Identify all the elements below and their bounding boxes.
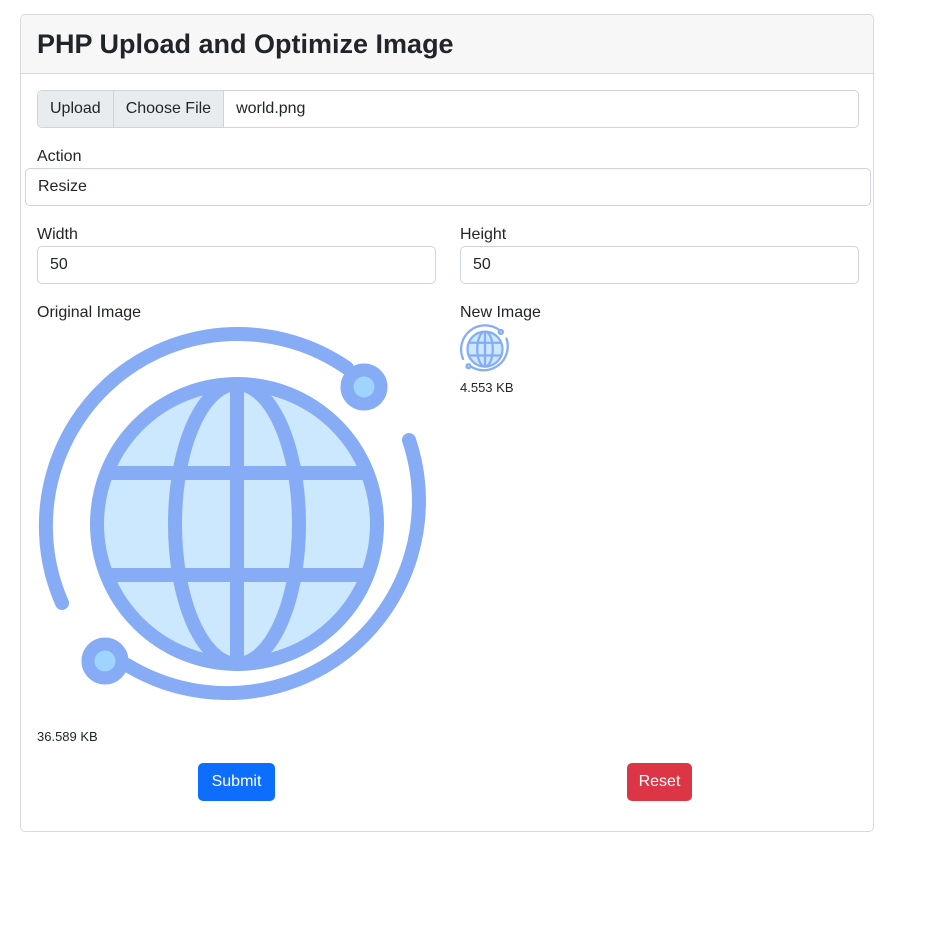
globe-icon: [460, 324, 509, 372]
width-input[interactable]: 50: [37, 246, 436, 284]
submit-button[interactable]: Submit: [198, 763, 275, 801]
file-upload-group[interactable]: Upload Choose File world.png: [37, 90, 859, 128]
height-label: Height: [460, 226, 507, 243]
upload-label: Upload: [38, 91, 114, 127]
original-image-label: Original Image: [37, 304, 142, 321]
width-label: Width: [37, 226, 78, 243]
height-input[interactable]: 50: [460, 246, 859, 284]
selected-file-name: world.png: [236, 100, 306, 117]
card-header: PHP Upload and Optimize Image: [21, 15, 873, 74]
choose-file-button[interactable]: Choose File: [113, 91, 225, 127]
new-image-label: New Image: [460, 304, 541, 321]
new-image-size: 4.553 KB: [460, 380, 514, 395]
globe-icon: [38, 326, 426, 701]
optimize-card: PHP Upload and Optimize Image Upload Cho…: [20, 14, 874, 832]
page-title: PHP Upload and Optimize Image: [37, 28, 454, 59]
action-label: Action: [37, 148, 82, 165]
original-image: [37, 323, 437, 723]
reset-button[interactable]: Reset: [627, 763, 692, 801]
action-select[interactable]: Resize: [25, 168, 871, 206]
original-size: 36.589 KB: [37, 729, 98, 744]
new-image: [460, 324, 510, 374]
